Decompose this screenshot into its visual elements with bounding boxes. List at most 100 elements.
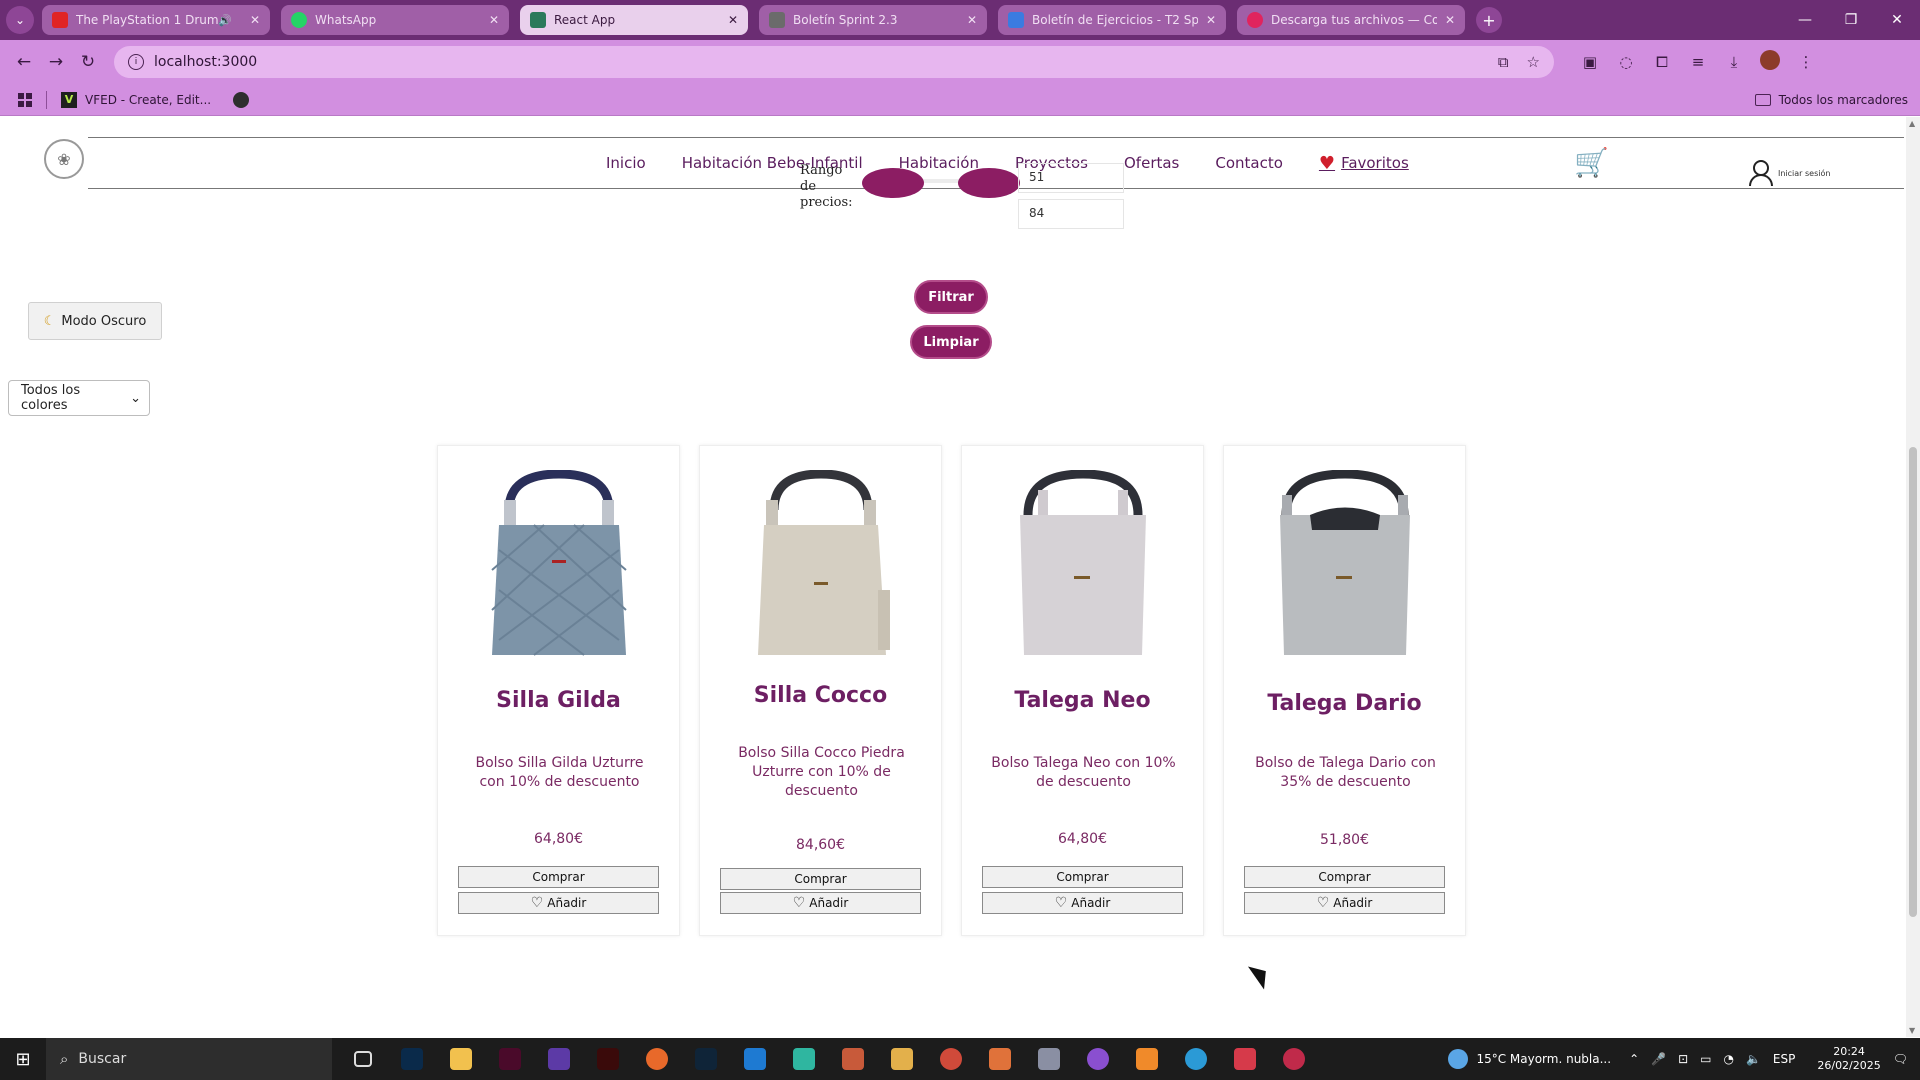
tab-descarga[interactable]: Descarga tus archivos — Con ✕ — [1237, 5, 1465, 35]
dark-mode-button[interactable]: ☾ Modo Oscuro — [28, 302, 162, 340]
close-tab-icon[interactable]: ✕ — [1445, 13, 1455, 27]
scroll-down-icon[interactable]: ▼ — [1909, 1026, 1915, 1035]
new-tab-button[interactable]: + — [1476, 7, 1502, 33]
max-price-input[interactable]: 84 — [1018, 199, 1124, 229]
all-bookmarks[interactable]: Todos los marcadores — [1754, 93, 1908, 107]
buy-button[interactable]: Comprar — [458, 866, 659, 888]
volume-icon[interactable]: 🔈 — [1746, 1052, 1761, 1066]
buy-button[interactable]: Comprar — [720, 868, 921, 890]
file-explorer-icon[interactable] — [436, 1038, 485, 1080]
notifications-icon[interactable]: 🗨 — [1893, 1052, 1908, 1066]
reload-icon[interactable]: ↻ — [72, 52, 104, 72]
puzzle-icon[interactable]: ⧠ — [1644, 53, 1680, 71]
network-icon[interactable]: ⊡ — [1678, 1052, 1688, 1066]
install-icon[interactable]: ⧉ — [1498, 53, 1509, 71]
app-icon[interactable] — [877, 1038, 926, 1080]
profile-avatar[interactable] — [1752, 50, 1788, 74]
github-icon[interactable] — [1073, 1038, 1122, 1080]
app-icon[interactable] — [1024, 1038, 1073, 1080]
taskbar-search[interactable]: ⌕ Buscar — [46, 1038, 332, 1080]
add-favorite-button[interactable]: ♡ Añadir — [982, 892, 1183, 914]
url-text[interactable]: localhost:3000 — [154, 54, 1480, 70]
site-logo[interactable]: ❀ — [44, 139, 84, 179]
nav-favoritos[interactable]: ♥ Favoritos — [1319, 153, 1409, 174]
extension-icon[interactable]: ▣ — [1572, 53, 1608, 71]
acrobat-icon[interactable] — [583, 1038, 632, 1080]
app-icon[interactable] — [632, 1038, 681, 1080]
login-button[interactable]: Iniciar sesión — [1740, 148, 1830, 186]
add-favorite-button[interactable]: ♡ Añadir — [1244, 892, 1445, 914]
language-indicator[interactable]: ESP — [1773, 1052, 1795, 1066]
buy-button[interactable]: Comprar — [982, 866, 1183, 888]
microphone-icon[interactable]: 🎤 — [1651, 1052, 1666, 1066]
globe-icon[interactable] — [233, 91, 250, 108]
weather-widget[interactable]: 15°C Mayorm. nubla... — [1448, 1049, 1611, 1069]
close-tab-icon[interactable]: ✕ — [489, 13, 499, 27]
indesign-icon[interactable] — [485, 1038, 534, 1080]
color-filter-select[interactable]: Todos los colores ⌄ — [8, 380, 150, 416]
apps-icon[interactable] — [18, 92, 32, 107]
extension-icon[interactable]: ◌ — [1608, 53, 1644, 71]
product-image[interactable] — [1260, 470, 1430, 660]
site-info-icon[interactable]: i — [128, 54, 144, 70]
range-max-handle[interactable] — [958, 168, 1020, 198]
audio-icon[interactable]: 🔊 — [218, 14, 232, 27]
scroll-up-icon[interactable]: ▲ — [1909, 119, 1915, 128]
product-image[interactable] — [736, 470, 906, 660]
product-image[interactable] — [474, 470, 644, 660]
vscode-icon[interactable] — [730, 1038, 779, 1080]
back-icon[interactable]: ← — [8, 52, 40, 72]
scrollbar-thumb[interactable] — [1909, 447, 1917, 917]
buy-button[interactable]: Comprar — [1244, 866, 1445, 888]
forward-icon[interactable]: → — [40, 52, 72, 72]
close-tab-icon[interactable]: ✕ — [1206, 13, 1216, 27]
range-min-handle[interactable] — [862, 168, 924, 198]
address-bar[interactable]: i localhost:3000 ⧉ ☆ — [114, 46, 1554, 78]
visual-studio-icon[interactable] — [534, 1038, 583, 1080]
tab-search-icon[interactable]: ⌄ — [6, 6, 34, 34]
close-window-icon[interactable]: ✕ — [1874, 12, 1920, 28]
clock[interactable]: 20:24 26/02/2025 — [1817, 1045, 1880, 1073]
nav-habitacion[interactable]: Habitación — [899, 154, 979, 172]
windows-start-icon[interactable]: ⊞ — [0, 1049, 46, 1070]
nav-ofertas[interactable]: Ofertas — [1124, 154, 1179, 172]
clear-button[interactable]: Limpiar — [910, 325, 992, 359]
add-favorite-button[interactable]: ♡ Añadir — [720, 892, 921, 914]
tab-boletin-sprint[interactable]: Boletín Sprint 2.3 ✕ — [759, 5, 987, 35]
lightroom-classic-icon[interactable] — [681, 1038, 730, 1080]
bookmark-star-icon[interactable]: ☆ — [1527, 53, 1540, 71]
close-tab-icon[interactable]: ✕ — [250, 13, 260, 27]
nav-contacto[interactable]: Contacto — [1215, 154, 1283, 172]
app-icon[interactable] — [975, 1038, 1024, 1080]
restore-icon[interactable]: ❐ — [1828, 12, 1874, 28]
app-icon[interactable] — [1269, 1038, 1318, 1080]
close-tab-icon[interactable]: ✕ — [728, 13, 738, 27]
battery-icon[interactable]: ▭ — [1700, 1052, 1711, 1066]
page-scrollbar[interactable]: ▲ ▼ — [1906, 117, 1920, 1037]
minimize-icon[interactable]: — — [1782, 12, 1828, 28]
edge-icon[interactable] — [1171, 1038, 1220, 1080]
product-image[interactable] — [998, 470, 1168, 660]
cart-icon[interactable]: 🛒 — [1574, 146, 1609, 179]
media-icon[interactable]: ≡ — [1680, 53, 1716, 71]
add-favorite-button[interactable]: ♡ Añadir — [458, 892, 659, 914]
nav-inicio[interactable]: Inicio — [606, 154, 646, 172]
app-icon[interactable] — [1220, 1038, 1269, 1080]
chrome-icon[interactable] — [926, 1038, 975, 1080]
app-icon[interactable] — [779, 1038, 828, 1080]
menu-icon[interactable]: ⋮ — [1788, 53, 1824, 71]
task-view-icon[interactable] — [338, 1038, 387, 1080]
wifi-icon[interactable]: ◔ — [1723, 1052, 1733, 1066]
photoshop-icon[interactable] — [387, 1038, 436, 1080]
bookmark-vfed[interactable]: VFED - Create, Edit... — [85, 93, 211, 107]
filter-button[interactable]: Filtrar — [914, 280, 988, 314]
tab-whatsapp[interactable]: WhatsApp ✕ — [281, 5, 509, 35]
app-icon[interactable] — [828, 1038, 877, 1080]
download-icon[interactable]: ⤓ — [1716, 53, 1752, 71]
app-icon[interactable] — [1122, 1038, 1171, 1080]
min-price-input[interactable]: 51 — [1018, 163, 1124, 193]
close-tab-icon[interactable]: ✕ — [967, 13, 977, 27]
tab-react-app[interactable]: React App ✕ — [520, 5, 748, 35]
tab-boletin-ejercicios[interactable]: Boletín de Ejercicios - T2 Sprin ✕ — [998, 5, 1226, 35]
chevron-up-icon[interactable]: ⌃ — [1629, 1052, 1639, 1066]
